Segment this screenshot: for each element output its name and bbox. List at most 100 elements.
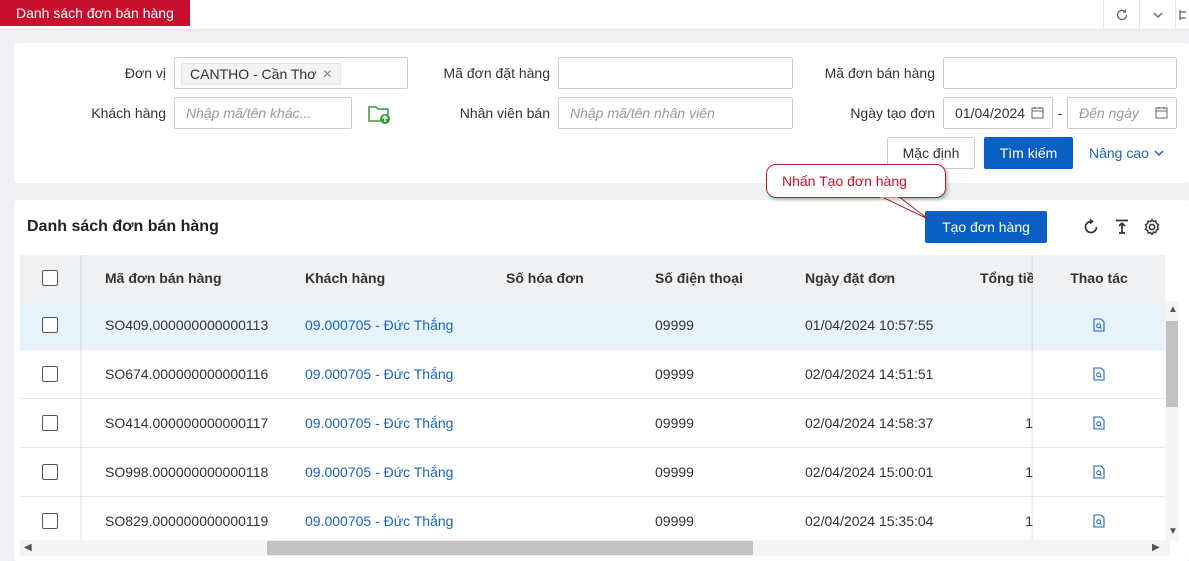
fixed-actions-column: Thao tác xyxy=(1033,255,1165,546)
scroll-down-icon[interactable]: ▼ xyxy=(1168,526,1178,537)
col-header[interactable]: Mã đơn bán hàng xyxy=(105,255,295,301)
fixed-left-shadow xyxy=(80,255,83,545)
cell-hoa-don xyxy=(506,301,646,349)
khach-hang-label: Khách hàng xyxy=(91,105,166,121)
view-document-icon xyxy=(1093,318,1105,332)
cell-ngay: 02/04/2024 14:58:37 xyxy=(805,415,934,431)
cell-ma: SO829.000000000000119 xyxy=(105,513,269,529)
scroll-left-icon[interactable]: ◀ xyxy=(24,542,32,553)
view-document-icon xyxy=(1093,367,1105,381)
view-document-icon xyxy=(1093,465,1105,479)
layout-tab-button[interactable] xyxy=(1175,0,1189,30)
scroll-up-icon[interactable]: ▲ xyxy=(1168,304,1178,315)
row-checkbox[interactable] xyxy=(42,366,58,382)
ma-don-dat-input[interactable] xyxy=(558,57,793,89)
cell-tong: 1 xyxy=(980,399,1033,447)
cell-sdt: 09999 xyxy=(655,317,694,333)
nhan-vien-label: Nhân viên bán xyxy=(459,105,550,121)
date-from-input[interactable]: 01/04/2024 xyxy=(943,97,1053,129)
row-checkbox[interactable] xyxy=(42,464,58,480)
select-all-checkbox[interactable] xyxy=(42,270,58,286)
search-button[interactable]: Tìm kiếm xyxy=(984,137,1073,169)
col-header[interactable]: Tổng tiền xyxy=(980,255,1033,301)
export-button[interactable] xyxy=(1111,216,1133,238)
vertical-scroll-thumb[interactable] xyxy=(1166,321,1178,407)
cell-khach[interactable]: 09.000705 - Đức Thắng xyxy=(305,448,495,496)
don-vi-select[interactable]: CANTHO - Cần Thơ ✕ xyxy=(174,57,408,89)
advanced-link[interactable]: Nâng cao xyxy=(1089,145,1165,161)
reload-button[interactable] xyxy=(1080,216,1102,238)
tab-order-list[interactable]: Danh sách đơn bán hàng xyxy=(0,0,190,26)
ma-don-ban-label: Mã đơn bán hàng xyxy=(824,65,935,81)
horizontal-scrollbar[interactable]: ◀ ▶ xyxy=(20,540,1170,556)
cell-hoa-don xyxy=(506,448,646,496)
col-header[interactable]: Ngày đặt đơn xyxy=(805,255,965,301)
settings-button[interactable] xyxy=(1141,216,1163,238)
cell-ngay: 02/04/2024 15:35:04 xyxy=(805,513,934,529)
view-detail-button[interactable] xyxy=(1033,448,1165,497)
col-header[interactable]: Số hóa đơn xyxy=(506,255,646,301)
view-document-icon xyxy=(1093,514,1105,528)
callout-text: Nhấn Tạo đơn hàng xyxy=(782,173,907,189)
refresh-tab-button[interactable] xyxy=(1103,0,1139,30)
cell-ma: SO674.000000000000116 xyxy=(105,366,269,382)
don-vi-tag: CANTHO - Cần Thơ ✕ xyxy=(181,63,342,85)
cell-ma: SO998.000000000000118 xyxy=(105,464,269,480)
cell-tong xyxy=(980,350,1033,398)
table-row[interactable]: SO414.000000000000117 09.000705 - Đức Thắ… xyxy=(20,399,1165,448)
col-header[interactable]: Số điện thoại xyxy=(655,255,795,301)
cell-khach[interactable]: 09.000705 - Đức Thắng xyxy=(305,350,495,398)
list-title: Danh sách đơn bán hàng xyxy=(27,218,219,235)
cell-hoa-don xyxy=(506,399,646,447)
export-icon xyxy=(1116,219,1128,234)
view-detail-button[interactable] xyxy=(1033,350,1165,399)
view-detail-button[interactable] xyxy=(1033,399,1165,448)
layout-icon xyxy=(1178,10,1186,20)
row-checkbox[interactable] xyxy=(42,513,58,529)
close-icon[interactable]: ✕ xyxy=(322,64,332,84)
table-row[interactable]: SO674.000000000000116 09.000705 - Đức Thắ… xyxy=(20,350,1165,399)
ma-don-ban-input[interactable] xyxy=(943,57,1177,89)
folder-upload-button[interactable] xyxy=(368,103,392,128)
cell-khach[interactable]: 09.000705 - Đức Thắng xyxy=(305,399,495,447)
cell-sdt: 09999 xyxy=(655,366,694,382)
view-document-icon xyxy=(1093,416,1105,430)
cell-sdt: 09999 xyxy=(655,415,694,431)
cell-sdt: 09999 xyxy=(655,513,694,529)
folder-upload-icon xyxy=(368,106,390,124)
col-header: Thao tác xyxy=(1033,255,1165,301)
create-order-button[interactable]: Tạo đơn hàng xyxy=(925,211,1047,243)
date-separator: - xyxy=(1057,105,1063,121)
cell-hoa-don xyxy=(506,497,646,545)
don-vi-tag-text: CANTHO - Cần Thơ xyxy=(190,66,317,82)
filter-panel: Đơn vị CANTHO - Cần Thơ ✕ Mã đơn đặt hàn… xyxy=(14,43,1189,183)
horizontal-scroll-thumb[interactable] xyxy=(267,541,753,555)
table-row[interactable]: SO829.000000000000119 09.000705 - Đức Thắ… xyxy=(20,497,1165,546)
vertical-scrollbar[interactable]: ▲ ▼ xyxy=(1165,301,1179,541)
date-to-placeholder: Đến ngày xyxy=(1079,105,1139,121)
ma-don-dat-label: Mã đơn đặt hàng xyxy=(443,65,550,81)
table-row[interactable]: SO998.000000000000118 09.000705 - Đức Thắ… xyxy=(20,448,1165,497)
khach-hang-input[interactable] xyxy=(174,97,352,129)
top-tab-bar: Danh sách đơn bán hàng xyxy=(0,0,1189,30)
cell-ma: SO414.000000000000117 xyxy=(105,415,269,431)
view-detail-button[interactable] xyxy=(1033,301,1165,350)
nhan-vien-input[interactable] xyxy=(558,97,793,129)
row-checkbox[interactable] xyxy=(42,415,58,431)
scroll-right-icon[interactable]: ▶ xyxy=(1152,542,1160,553)
chevron-down-icon xyxy=(1153,12,1162,18)
date-from-value: 01/04/2024 xyxy=(955,105,1026,121)
calendar-icon xyxy=(1031,107,1044,119)
dropdown-tab-button[interactable] xyxy=(1139,0,1175,30)
col-header[interactable]: Khách hàng xyxy=(305,255,495,301)
reload-icon xyxy=(1084,218,1098,234)
cell-khach[interactable]: 09.000705 - Đức Thắng xyxy=(305,497,495,545)
topbar-actions xyxy=(1103,0,1189,30)
row-checkbox[interactable] xyxy=(42,317,58,333)
cell-ma: SO409.000000000000113 xyxy=(105,317,269,333)
view-detail-button[interactable] xyxy=(1033,497,1165,546)
table-row[interactable]: SO409.000000000000113 09.000705 - Đức Thắ… xyxy=(20,301,1165,350)
cell-khach[interactable]: 09.000705 - Đức Thắng xyxy=(305,301,495,349)
date-to-input[interactable]: Đến ngày xyxy=(1067,97,1177,129)
cell-ngay: 02/04/2024 14:51:51 xyxy=(805,366,934,382)
